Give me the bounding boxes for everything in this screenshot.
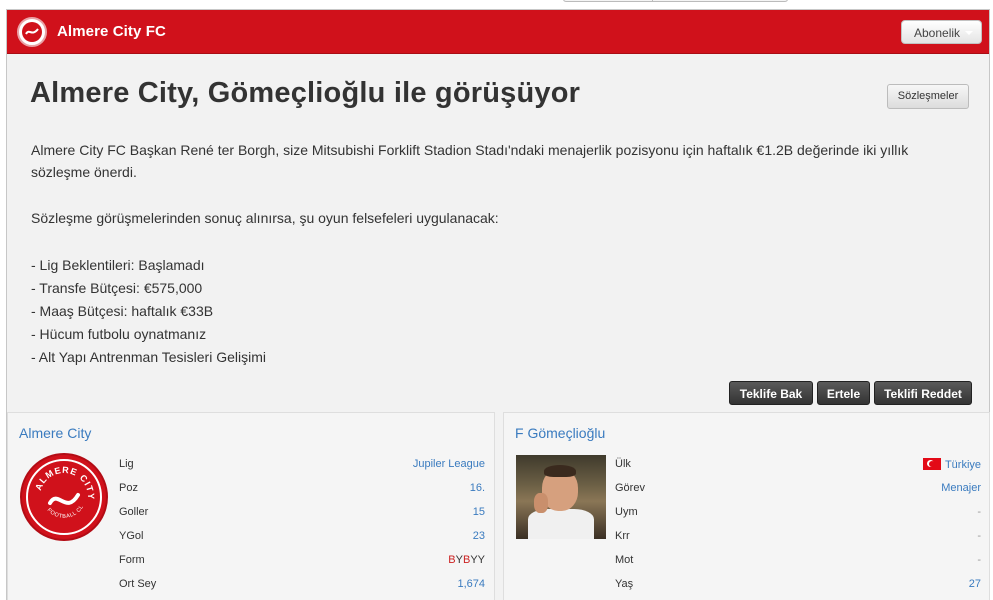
club-info-panel: Almere City ALMERE CITY FOOTBALL CLUB Li… [7,412,495,600]
manager-row-motivation: Mot - [615,554,981,566]
manager-row-nation: Ülk Türkiye [615,458,981,471]
reject-offer-button[interactable]: Teklifi Reddet [874,381,972,405]
philosophy-intro: Sözleşme görüşmelerinden sonuç alınırsa,… [31,210,499,226]
club-badge-icon[interactable]: ALMERE CITY FOOTBALL CLUB [20,453,108,541]
club-row-attendance: Ort Sey 1,674 [119,578,485,590]
list-item: - Hücum futbolu oynatmanız [31,326,207,342]
manager-panel-title[interactable]: F Gömeçlioğlu [515,425,605,441]
club-row-position: Poz 16. [119,482,485,494]
list-item: - Maaş Bütçesi: haftalık €33B [31,303,214,319]
manager-row-age: Yaş 27 [615,578,981,590]
postpone-button[interactable]: Ertele [817,381,870,405]
club-logo-icon[interactable] [17,17,47,47]
list-item: - Transfe Bütçesi: €575,000 [31,280,203,296]
club-row-goals-against: YGol 23 [119,530,485,542]
subscription-label: Abonelik [914,26,961,40]
club-name[interactable]: Almere City FC [57,23,166,40]
club-row-league: Lig Jupiler League [119,458,485,470]
main-container: Almere City FC Abonelik Almere City, Göm… [6,9,990,600]
manager-photo[interactable] [516,455,606,539]
turkey-flag-icon [922,458,941,470]
form-value: BYBYY [448,554,485,566]
manager-row-role: Görev Menajer [615,482,981,494]
caret-down-icon [965,31,973,35]
nation-link[interactable]: Türkiye [922,458,981,471]
subscription-button[interactable]: Abonelik [901,20,982,44]
manager-row-determination: Krr - [615,530,981,542]
list-item: - Lig Beklentileri: Başlamadı [31,257,205,273]
league-link[interactable]: Jupiler League [413,458,485,470]
navbar: Almere City FC Abonelik [7,10,989,54]
svg-text:ALMERE CITY: ALMERE CITY [33,465,96,500]
contracts-button[interactable]: Sözleşmeler [887,84,969,109]
manager-info-panel: F Gömeçlioğlu Ülk Türkiye Görev Menajer … [503,412,990,600]
top-strip [0,0,993,9]
club-row-goals: Goller 15 [119,506,485,518]
club-row-form: Form BYBYY [119,554,485,566]
view-offer-button[interactable]: Teklife Bak [729,381,813,405]
offer-paragraph: Almere City FC Başkan René ter Borgh, si… [31,142,909,180]
page-title: Almere City, Gömeçlioğlu ile görüşüyor [30,77,581,109]
manager-row-adaptability: Uym - [615,506,981,518]
svg-text:FOOTBALL CLUB: FOOTBALL CLUB [20,453,85,520]
top-tab[interactable] [563,0,788,2]
philosophy-list: - Lig Beklentileri: Başlamadı - Transfe … [31,254,266,369]
list-item: - Alt Yapı Antrenman Tesisleri Gelişimi [31,349,266,365]
club-panel-title[interactable]: Almere City [19,425,91,441]
